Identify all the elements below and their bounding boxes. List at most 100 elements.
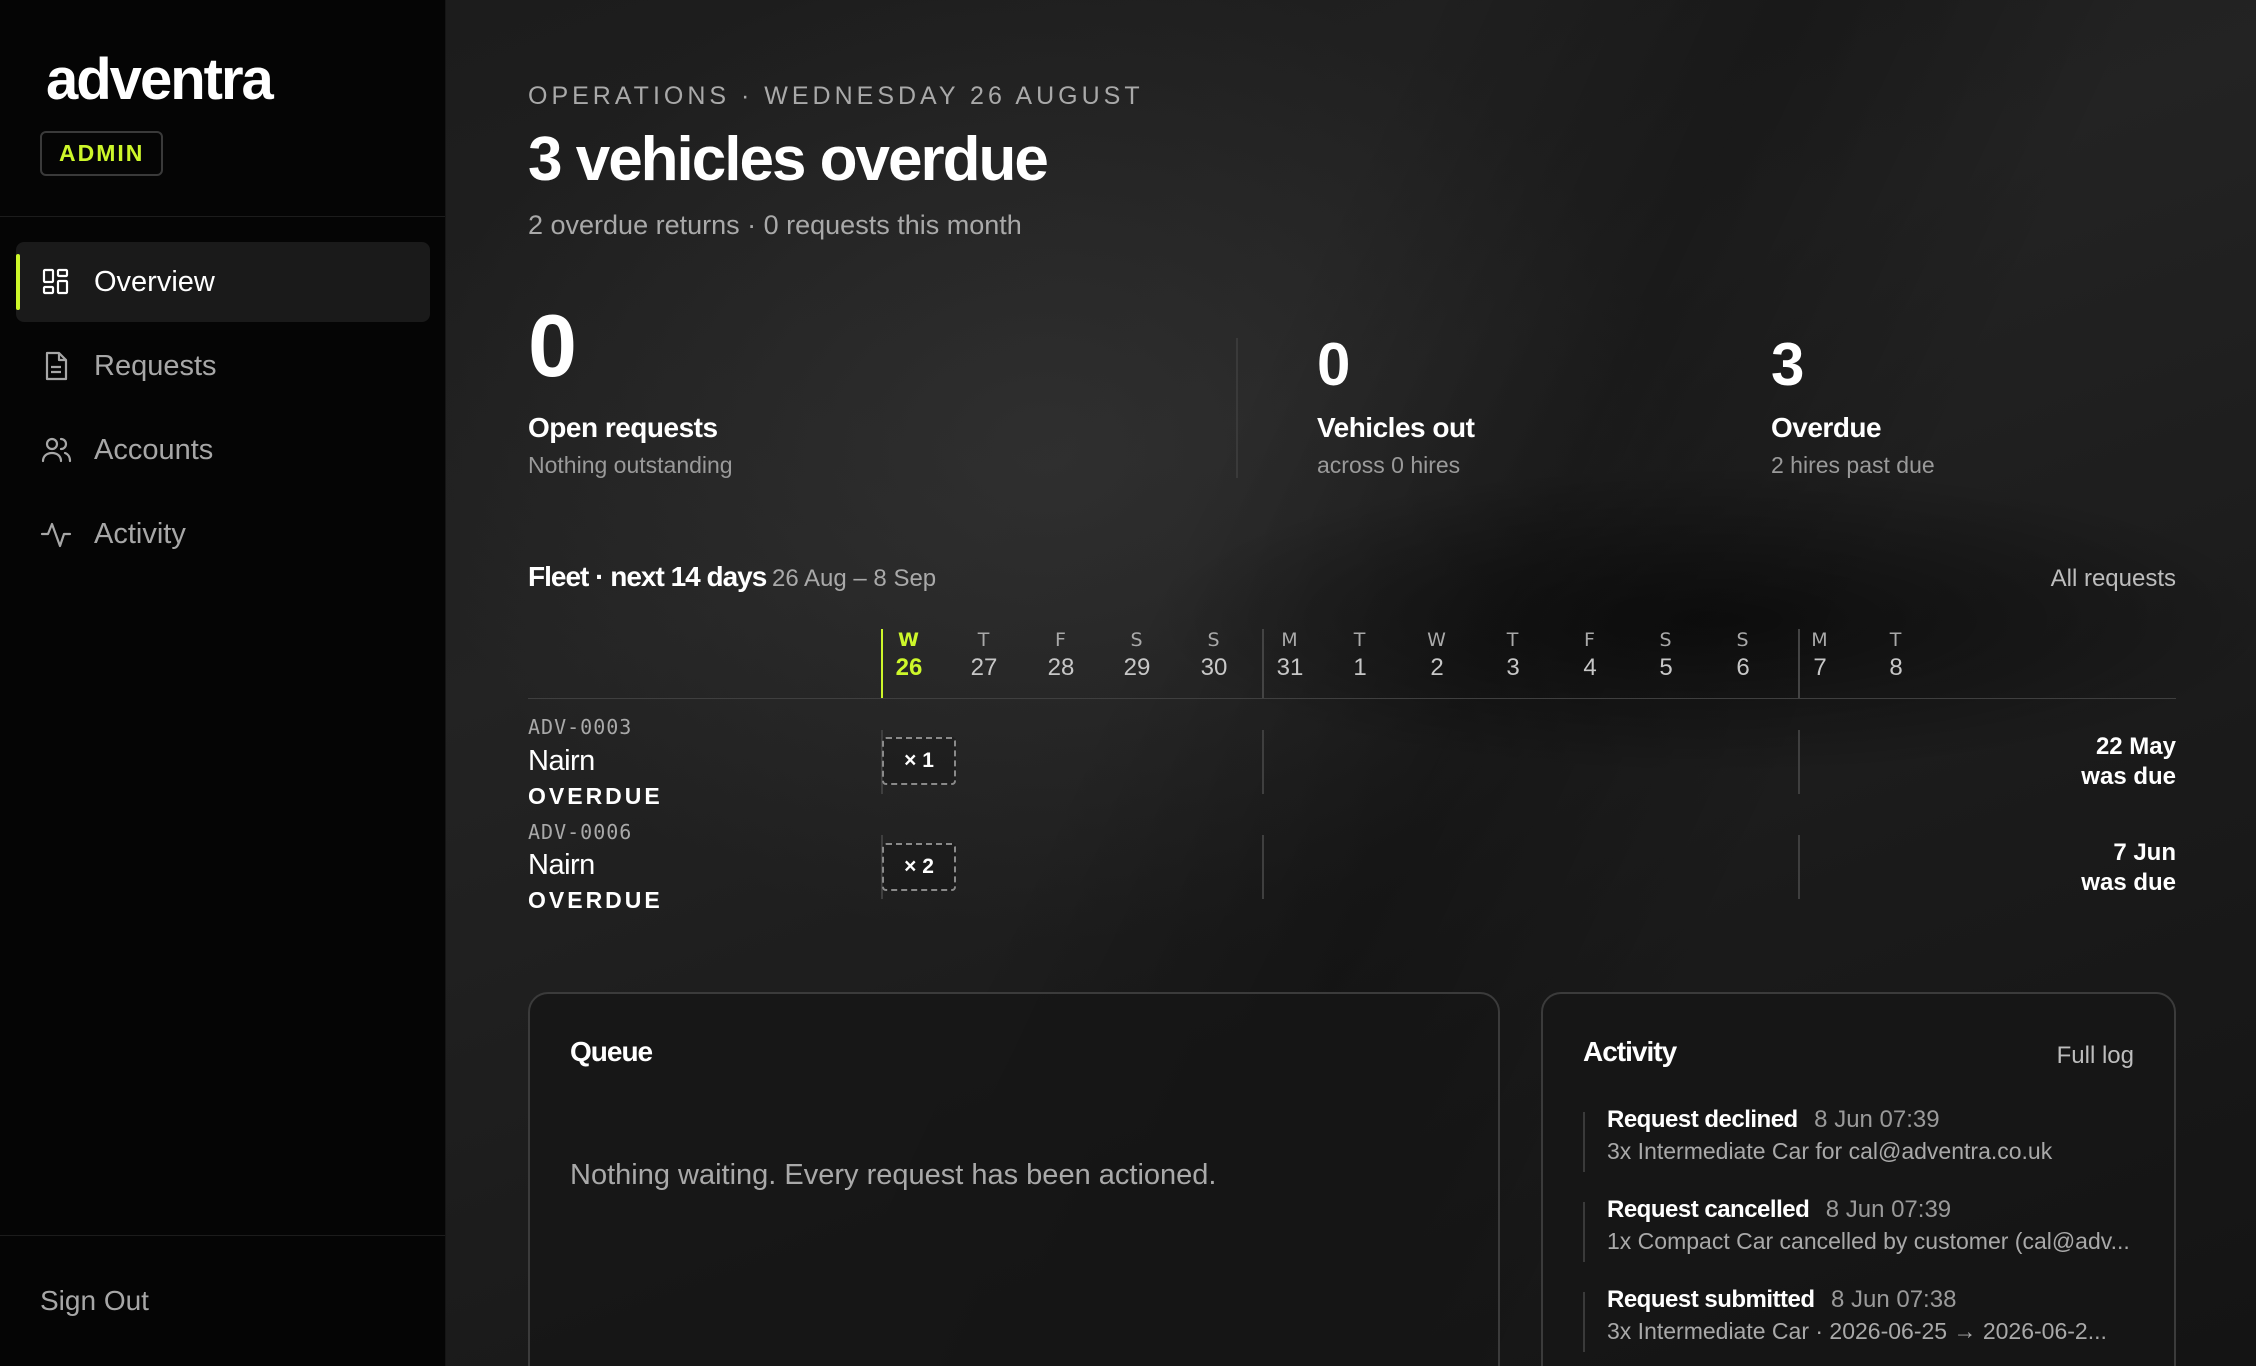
hire-chip[interactable]: × 2 — [882, 843, 956, 891]
vehicle-id: ADV-0003 — [528, 715, 633, 739]
vehicle-id: ADV-0006 — [528, 820, 633, 844]
day-number: 2 — [1430, 654, 1444, 681]
due-note: was due — [2081, 869, 2176, 896]
day-number: 28 — [1047, 654, 1075, 681]
day-number: 3 — [1506, 654, 1520, 681]
hire-chip[interactable]: × 1 — [882, 737, 956, 785]
day-header-26: W 26 — [871, 627, 947, 683]
day-header-29: S 29 — [1099, 627, 1175, 683]
stat-open-requests: 0 Open requests Nothing outstanding — [528, 298, 733, 479]
sidebar-item-activity[interactable]: Activity — [16, 494, 430, 574]
due-date: 7 Jun — [2113, 839, 2176, 866]
activity-item-title: Request cancelled — [1607, 1196, 1810, 1223]
role-badge: ADMIN — [40, 131, 164, 176]
document-icon — [40, 350, 72, 382]
sidebar-item-overview[interactable]: Overview — [16, 242, 430, 322]
day-letter: F — [1584, 629, 1596, 651]
day-header-8: T 8 — [1858, 627, 1934, 683]
day-letter: M — [1811, 629, 1829, 651]
vehicle-location: Nairn — [528, 849, 595, 881]
stat-sub: 2 hires past due — [1771, 452, 1935, 478]
due-info: 22 May was due — [2081, 732, 2176, 792]
page-title: 3 vehicles overdue — [528, 125, 1049, 194]
full-log-link[interactable]: Full log — [2057, 1042, 2134, 1070]
page-eyebrow: OPERATIONS · WEDNESDAY 26 AUGUST — [528, 82, 1144, 110]
status-badge: OVERDUE — [528, 783, 663, 809]
row-week-line — [1798, 835, 1800, 899]
day-header-6: S 6 — [1705, 627, 1781, 683]
all-requests-link[interactable]: All requests — [2051, 565, 2176, 593]
sidebar-divider — [0, 1235, 445, 1236]
day-letter: M — [1281, 629, 1299, 651]
day-header-1: T 1 — [1322, 627, 1398, 683]
day-letter: T — [1889, 629, 1903, 651]
day-header-27: T 27 — [946, 627, 1022, 683]
day-letter: F — [1055, 629, 1067, 651]
day-header-2: W 2 — [1399, 627, 1475, 683]
fleet-title: Fleet · next 14 days — [528, 561, 767, 592]
activity-item-detail: 3x Intermediate Car · 2026-06-25 → 2026-… — [1607, 1318, 2107, 1344]
day-letter: W — [1427, 629, 1447, 651]
sidebar-item-label: Accounts — [94, 433, 214, 466]
day-header-30: S 30 — [1176, 627, 1252, 683]
day-header-5: S 5 — [1628, 627, 1704, 683]
row-week-line — [1262, 730, 1264, 794]
stat-divider — [1236, 338, 1238, 478]
day-number: 30 — [1200, 654, 1228, 681]
day-number: 4 — [1583, 654, 1597, 681]
day-letter: T — [977, 629, 991, 651]
stat-overdue: 3 Overdue 2 hires past due — [1771, 330, 1935, 479]
day-header-7: M 7 — [1782, 627, 1858, 683]
status-badge: OVERDUE — [528, 887, 663, 913]
sidebar-item-label: Activity — [94, 517, 186, 550]
stat-sub: across 0 hires — [1317, 452, 1461, 478]
activity-title: Activity — [1583, 1036, 1677, 1067]
queue-empty-state: Nothing waiting. Every request has been … — [570, 1159, 1217, 1191]
activity-list: Request declined 8 Jun 07:39 3x Intermed… — [1583, 1106, 2134, 1366]
activity-item[interactable]: Request cancelled 8 Jun 07:39 1x Compact… — [1583, 1196, 2134, 1286]
users-icon — [40, 434, 72, 466]
day-number: 6 — [1736, 654, 1750, 681]
stat-sub: Nothing outstanding — [528, 452, 733, 478]
stat-label: Vehicles out — [1317, 412, 1475, 443]
day-number: 31 — [1276, 654, 1304, 681]
stat-value: 3 — [1771, 331, 1805, 398]
queue-card: Queue Nothing waiting. Every request has… — [528, 992, 1500, 1366]
day-letter: S — [1659, 629, 1673, 651]
day-number: 29 — [1123, 654, 1151, 681]
sidebar-item-requests[interactable]: Requests — [16, 326, 430, 406]
vehicle-location: Nairn — [528, 745, 595, 777]
pulse-icon — [40, 518, 72, 550]
activity-item-time: 8 Jun 07:39 — [1814, 1106, 1940, 1133]
page-subtitle: 2 overdue returns · 0 requests this mont… — [528, 210, 1022, 240]
day-header-3: T 3 — [1475, 627, 1551, 683]
day-letter: T — [1506, 629, 1520, 651]
stat-value: 0 — [1317, 331, 1351, 398]
row-week-line — [1798, 730, 1800, 794]
due-info: 7 Jun was due — [2081, 838, 2176, 898]
activity-item-time: 8 Jun 07:39 — [1825, 1196, 1952, 1223]
grid-icon — [40, 266, 72, 298]
activity-item[interactable]: Request declined 8 Jun 07:39 3x Intermed… — [1583, 1106, 2134, 1196]
day-number: 5 — [1659, 654, 1673, 681]
stat-label: Open requests — [528, 412, 718, 443]
day-header-31: M 31 — [1252, 627, 1328, 683]
due-date: 22 May — [2095, 733, 2176, 760]
sidebar-divider — [0, 216, 445, 217]
day-header-28: F 28 — [1023, 627, 1099, 683]
stat-label: Overdue — [1771, 412, 1882, 443]
stat-value: 0 — [528, 296, 577, 395]
brand-logo[interactable]: adventra — [46, 46, 274, 113]
sidebar: adventra ADMIN Overview Requests Account… — [0, 0, 446, 1366]
day-number: 1 — [1353, 654, 1367, 681]
activity-item-detail: 3x Intermediate Car for cal@adventra.co.… — [1607, 1138, 2053, 1164]
activity-item[interactable]: Request submitted 8 Jun 07:38 3x Interme… — [1583, 1286, 2134, 1366]
day-letter: S — [1736, 629, 1750, 651]
fleet-header-rule — [528, 698, 2176, 699]
sign-out-button[interactable]: Sign Out — [40, 1285, 149, 1317]
sidebar-nav: Overview Requests Accounts Activity — [16, 242, 430, 578]
row-week-line — [1262, 835, 1264, 899]
sidebar-item-accounts[interactable]: Accounts — [16, 410, 430, 490]
day-number: 26 — [895, 654, 923, 681]
activity-card: Activity Full log Request declined 8 Jun… — [1541, 992, 2176, 1366]
